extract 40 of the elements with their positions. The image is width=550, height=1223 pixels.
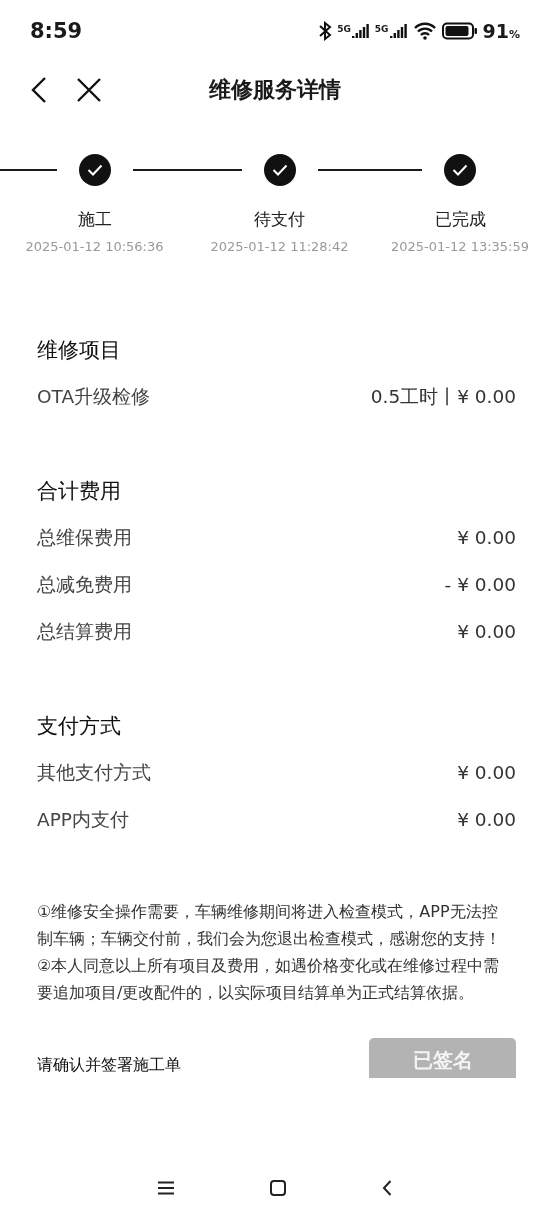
step-time: 2025-01-12 11:28:42 (210, 239, 349, 254)
row-label: 总减免费用 (37, 573, 132, 597)
battery-percent: 91 (482, 20, 509, 42)
row-value: ¥ 0.00 (457, 620, 516, 644)
section-title: 合计费用 (37, 479, 121, 503)
notice-text: ②本人同意以上所有项目及费用，如遇价格变化或在维修过程中需要追加项目/更改配件的，以实际项目结算单为正式结算依据。 (37, 955, 501, 1004)
row-label: OTA升级检修 (37, 385, 151, 409)
row-label: 总结算费用 (37, 620, 132, 644)
wifi-icon (412, 22, 437, 40)
menu-icon[interactable] (158, 1181, 174, 1195)
bluetooth-icon (318, 21, 333, 41)
signal-icon (389, 24, 408, 38)
back-nav-icon[interactable] (382, 1180, 392, 1196)
page-title: 维修服务详情 (209, 77, 341, 102)
signal-icon (351, 24, 370, 38)
step-label: 已完成 (434, 208, 486, 231)
back-button[interactable] (30, 76, 48, 104)
notice-text: ①维修安全操作需要，车辆维修期间将进入检查模式，APP无法控制车辆；车辆交付前，我们会为您退出检查模式，感谢您的支持！ (37, 901, 502, 950)
row-value: ¥ 0.00 (457, 526, 516, 550)
percent-sign: % (508, 28, 520, 41)
row-value: - ¥ 0.00 (444, 573, 516, 597)
sign-prompt: 请确认并签署施工单 (37, 1055, 181, 1076)
step-time: 2025-01-12 13:35:59 (390, 239, 530, 254)
clock-time: 8:59 (30, 19, 83, 43)
home-icon[interactable] (270, 1180, 286, 1196)
row-value: ¥ 0.00 (457, 761, 516, 785)
step-time: 2025-01-12 10:56:36 (25, 239, 164, 254)
section-title: 支付方式 (37, 714, 121, 738)
network-type: 5G (374, 24, 389, 34)
network-type: 5G (337, 24, 351, 34)
close-button[interactable] (76, 77, 102, 103)
row-value: ¥ 0.00 (457, 808, 516, 832)
step-label: 施工 (77, 208, 112, 231)
section-title: 维修项目 (37, 338, 121, 362)
row-label: 其他支付方式 (37, 761, 151, 785)
row-value: 0.5工时丨¥ 0.00 (370, 385, 516, 409)
row-label: APP内支付 (37, 808, 129, 832)
row-label: 总维保费用 (37, 526, 132, 550)
step-label: 待支付 (254, 208, 305, 231)
battery-icon (441, 22, 478, 40)
